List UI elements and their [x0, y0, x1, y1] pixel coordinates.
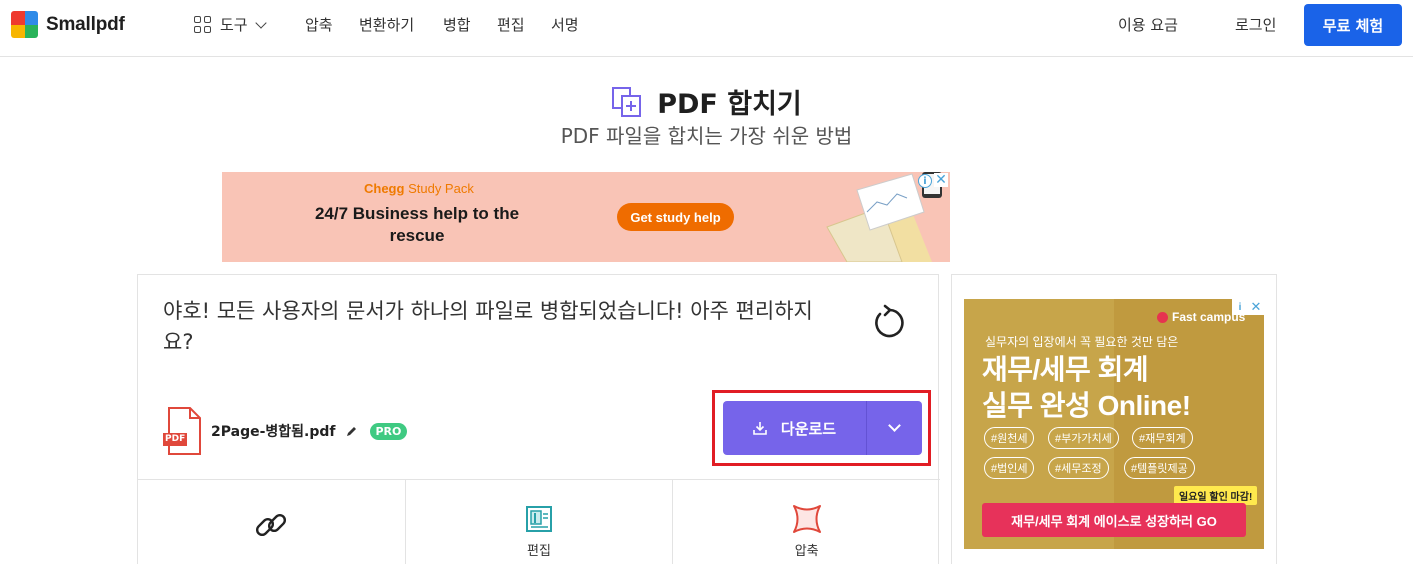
side-ad-cta-button[interactable]: 재무/세무 회계 에이스로 성장하러 GO: [982, 503, 1246, 537]
next-tools: 편집 압축: [138, 479, 940, 564]
download-options-button[interactable]: [867, 401, 922, 455]
tool-label: 압축: [794, 544, 819, 559]
download-highlight: 다운로드: [712, 390, 931, 466]
side-ad-headline: 재무/세무 회계 실무 완성 Online!: [982, 354, 1191, 421]
fastcampus-logo-icon: [1157, 311, 1168, 323]
top-nav: Smallpdf 도구 압축 변환하기 병합 편집 서명 이용 요금 로그인 무…: [0, 0, 1413, 57]
nav-link-sign[interactable]: 서명: [551, 14, 579, 35]
nav-link-merge[interactable]: 병합: [443, 14, 471, 35]
ad-info-icon[interactable]: i: [1232, 299, 1248, 315]
ad-tag: #부가가치세: [1048, 427, 1119, 449]
ad-tag: #세무조정: [1048, 457, 1109, 479]
tools-menu-label: 도구: [220, 16, 248, 34]
ad-brand: Chegg Study Pack: [364, 181, 474, 196]
ad-tag: #재무회계: [1132, 427, 1193, 449]
page-heading: PDF 합치기: [0, 82, 1413, 121]
tool-edit[interactable]: 편집: [406, 480, 674, 564]
edit-doc-icon: [526, 506, 552, 532]
nav-link-convert[interactable]: 변환하기: [359, 14, 414, 35]
download-split-button: 다운로드: [723, 401, 922, 455]
tool-compress[interactable]: 압축: [673, 480, 940, 564]
logo-text: Smallpdf: [46, 13, 125, 35]
chevron-down-icon: [888, 419, 901, 432]
page-title: PDF 합치기: [657, 89, 802, 120]
nav-link-edit[interactable]: 편집: [497, 14, 525, 35]
file-name[interactable]: 2Page-병합됨.pdf: [211, 421, 336, 441]
free-trial-button[interactable]: 무료 체험: [1304, 4, 1402, 46]
tools-menu[interactable]: 도구: [194, 14, 267, 35]
chevron-down-icon: [254, 16, 267, 29]
ad-headline: 24/7 Business help to the rescue: [314, 204, 520, 245]
ad-tag: #원천세: [984, 427, 1035, 449]
ad-info-icon[interactable]: i: [918, 174, 932, 188]
result-card: 야호! 모든 사용자의 문서가 하나의 파일로 병합되었습니다! 아주 편리하지…: [137, 274, 940, 564]
pdf-file-icon: PDF: [163, 407, 203, 455]
logo-icon: [11, 11, 38, 38]
grid-icon: [194, 16, 211, 33]
download-label: 다운로드: [780, 419, 837, 438]
login-link[interactable]: 로그인: [1235, 14, 1276, 35]
tool-share-link[interactable]: [138, 480, 406, 564]
download-icon: [753, 422, 767, 435]
restart-icon[interactable]: [871, 304, 909, 342]
ad-tag: #법인세: [984, 457, 1035, 479]
nav-link-compress[interactable]: 압축: [305, 14, 333, 35]
ad-tag: #템플릿제공: [1124, 457, 1195, 479]
pdf-badge-label: PDF: [165, 434, 186, 444]
ad-close-icon[interactable]: ✕: [1248, 299, 1264, 315]
side-ad-sub: 실무자의 입장에서 꼭 필요한 것만 담은: [985, 335, 1179, 349]
ad-close-icon[interactable]: ✕: [934, 173, 948, 187]
page-subtitle: PDF 파일을 합치는 가장 쉬운 방법: [560, 124, 853, 148]
logo[interactable]: Smallpdf: [11, 11, 125, 38]
pencil-icon[interactable]: [345, 425, 358, 438]
merged-file: PDF 2Page-병합됨.pdf PRO: [163, 407, 408, 455]
success-message: 야호! 모든 사용자의 문서가 하나의 파일로 병합되었습니다! 아주 편리하지…: [163, 299, 813, 354]
ad-cta-button[interactable]: Get study help: [617, 203, 734, 231]
download-button[interactable]: 다운로드: [723, 401, 867, 455]
link-icon: [256, 513, 287, 537]
tool-label: 편집: [527, 544, 551, 559]
top-ad-banner[interactable]: Chegg Study Pack 24/7 Business help to t…: [222, 172, 950, 262]
pricing-link[interactable]: 이용 요금: [1118, 14, 1178, 35]
merge-pdf-icon: [612, 86, 642, 117]
pro-badge: PRO: [369, 422, 408, 440]
compress-icon: [792, 505, 821, 533]
side-ad-banner[interactable]: Fast campus 실무자의 입장에서 꼭 필요한 것만 담은 재무/세무 …: [964, 299, 1264, 549]
